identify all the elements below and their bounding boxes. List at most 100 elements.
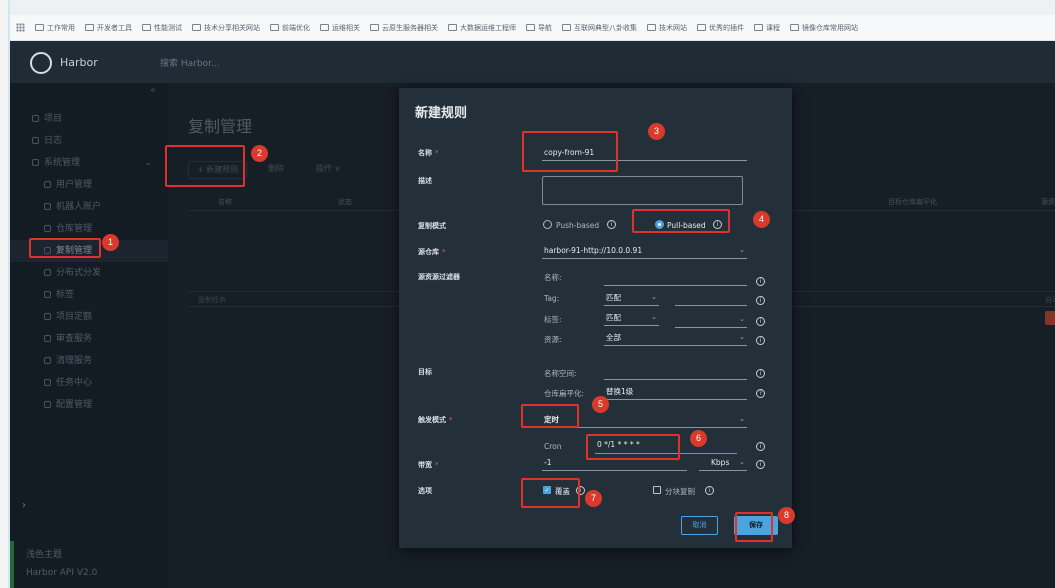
- filter-tag-match-select[interactable]: 匹配 ⌄: [604, 292, 659, 306]
- source-registry-select[interactable]: harbor-91-http://10.0.0.91 ⌄: [542, 245, 747, 259]
- chevron-down-icon: ⌄: [739, 246, 745, 254]
- folder-icon: [320, 24, 329, 31]
- folder-icon: [192, 24, 201, 31]
- trigger-mode-label: 触发模式 *: [418, 416, 453, 424]
- bookmark[interactable]: 互联网典型八卦收集: [562, 23, 637, 33]
- chevron-down-icon: ⌄: [739, 333, 745, 341]
- cancel-button[interactable]: 取消: [681, 516, 718, 535]
- folder-icon: [448, 24, 457, 31]
- info-icon[interactable]: i: [756, 369, 765, 378]
- info-icon[interactable]: i: [705, 486, 714, 495]
- description-textarea[interactable]: [542, 176, 743, 205]
- bandwidth-unit-select[interactable]: Kbps ⌄: [699, 457, 747, 471]
- info-icon[interactable]: i: [756, 336, 765, 345]
- global-search-input[interactable]: 搜索 Harbor...: [160, 56, 220, 69]
- name-label: 名称 *: [418, 149, 439, 157]
- folder-icon: [647, 24, 656, 31]
- flattening-select[interactable]: 替换1级: [604, 386, 747, 400]
- filter-tag-label: Tag:: [544, 294, 560, 303]
- bookmark[interactable]: 镜像仓库常用网站: [790, 23, 858, 33]
- name-input[interactable]: copy-from-91: [542, 147, 747, 161]
- apps-icon[interactable]: [16, 23, 25, 32]
- pull-based-label[interactable]: Pull-based: [667, 221, 706, 230]
- filter-name-input[interactable]: [604, 272, 747, 286]
- bookmark[interactable]: 优秀的插件: [697, 23, 744, 33]
- bookmark[interactable]: 性能测试: [142, 23, 182, 33]
- filter-name-label: 名称:: [544, 273, 562, 282]
- annotation-step-6: 6: [690, 430, 707, 447]
- bookmark[interactable]: 开发者工具: [85, 23, 132, 33]
- cron-input[interactable]: 0 */1 * * * *: [595, 440, 737, 454]
- destination-label: 目标: [418, 368, 432, 376]
- dialog-title: 新建规则: [415, 106, 468, 121]
- filter-label-match-select[interactable]: 匹配 ⌄: [604, 312, 659, 326]
- replication-mode-label: 复制模式: [418, 222, 446, 230]
- bookmark[interactable]: 前端优化: [270, 23, 310, 33]
- info-icon[interactable]: i: [756, 442, 765, 451]
- flattening-label: 仓库扁平化:: [544, 389, 585, 398]
- annotation-step-3: 3: [648, 123, 665, 140]
- annotation-step-4: 4: [753, 211, 770, 228]
- push-based-radio[interactable]: [543, 220, 552, 229]
- trigger-mode-select[interactable]: 定时 ⌄: [542, 414, 747, 428]
- info-icon[interactable]: i: [576, 486, 585, 495]
- filter-label-label: 标签:: [544, 315, 562, 324]
- bookmark[interactable]: 技术分享相关网站: [192, 23, 260, 33]
- folder-icon: [142, 24, 151, 31]
- bandwidth-label: 带宽 *: [418, 461, 439, 469]
- chunked-copy-label[interactable]: 分块复制: [665, 486, 695, 497]
- override-label[interactable]: 覆盖: [555, 486, 570, 497]
- bandwidth-input[interactable]: -1: [542, 457, 687, 471]
- bookmark[interactable]: 技术网站: [647, 23, 687, 33]
- annotation-step-2: 2: [251, 145, 268, 162]
- new-rule-dialog: 新建规则 名称 * copy-from-91 描述 复制模式 Push-based…: [399, 88, 792, 548]
- bookmark[interactable]: 课程: [754, 23, 780, 33]
- harbor-logo-icon[interactable]: [30, 52, 52, 74]
- chevron-down-icon: ⌄: [739, 415, 745, 423]
- browser-address-bar[interactable]: [10, 0, 1055, 15]
- description-label: 描述: [418, 177, 432, 185]
- source-registry-label: 源仓库 *: [418, 248, 446, 256]
- folder-icon: [697, 24, 706, 31]
- folder-icon: [370, 24, 379, 31]
- app-header: Harbor 搜索 Harbor...: [10, 41, 1055, 83]
- info-icon[interactable]: i: [756, 317, 765, 326]
- pull-based-radio[interactable]: [655, 220, 664, 229]
- filter-tag-input[interactable]: [675, 292, 747, 306]
- folder-icon: [790, 24, 799, 31]
- push-based-label[interactable]: Push-based: [556, 221, 599, 230]
- help-icon[interactable]: ?: [756, 389, 765, 398]
- chevron-down-icon: ⌄: [739, 458, 745, 466]
- chevron-down-icon: ⌄: [651, 293, 657, 301]
- browser-window: 工作常用 开发者工具 性能测试 技术分享相关网站 前端优化 运维相关 云原生服务…: [8, 0, 1055, 588]
- app-name[interactable]: Harbor: [60, 56, 98, 69]
- save-button[interactable]: 保存: [734, 516, 778, 535]
- filter-resource-select[interactable]: 全部 ⌄: [604, 332, 747, 346]
- options-label: 选项: [418, 487, 432, 495]
- annotation-step-5: 5: [592, 396, 609, 413]
- folder-icon: [526, 24, 535, 31]
- namespace-input[interactable]: [604, 366, 747, 380]
- info-icon[interactable]: i: [756, 460, 765, 469]
- bookmark[interactable]: 工作常用: [35, 23, 75, 33]
- info-icon[interactable]: i: [756, 296, 765, 305]
- annotation-step-7: 7: [585, 490, 602, 507]
- filter-resource-label: 资源:: [544, 335, 562, 344]
- folder-icon: [754, 24, 763, 31]
- folder-icon: [35, 24, 44, 31]
- filter-label-select[interactable]: ⌄: [675, 314, 747, 328]
- namespace-label: 名称空间:: [544, 369, 577, 378]
- folder-icon: [562, 24, 571, 31]
- bookmark[interactable]: 云原生服务器相关: [370, 23, 438, 33]
- override-checkbox[interactable]: ✓: [543, 486, 551, 494]
- info-icon[interactable]: i: [713, 220, 722, 229]
- chevron-down-icon: ⌄: [739, 315, 745, 323]
- bookmark[interactable]: 运维相关: [320, 23, 360, 33]
- bookmarks-bar: 工作常用 开发者工具 性能测试 技术分享相关网站 前端优化 运维相关 云原生服务…: [10, 15, 1055, 41]
- info-icon[interactable]: i: [756, 277, 765, 286]
- cron-label: Cron: [544, 442, 562, 451]
- bookmark[interactable]: 导航: [526, 23, 552, 33]
- info-icon[interactable]: i: [607, 220, 616, 229]
- chunked-copy-checkbox[interactable]: [653, 486, 661, 494]
- bookmark[interactable]: 大数据运维工程师: [448, 23, 516, 33]
